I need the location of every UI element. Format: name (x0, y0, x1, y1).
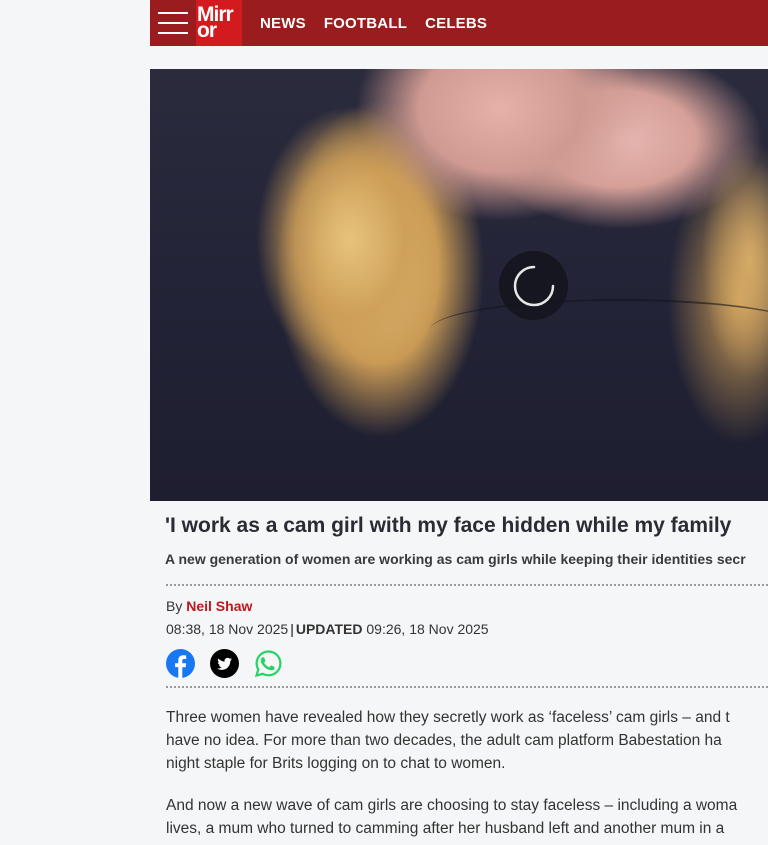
byline: By Neil Shaw (166, 598, 252, 614)
article-dates: 08:38, 18 Nov 2025 | UPDATED 09:26, 18 Nov… (166, 621, 489, 637)
site-header: Mirr or NEWS FOOTBALL CELEBS (150, 0, 768, 46)
byline-prefix: By (166, 598, 183, 614)
published-date: 08:38, 18 Nov 2025 (166, 621, 289, 637)
site-logo[interactable]: Mirr or (196, 0, 242, 46)
date-separator: | (290, 621, 294, 637)
paragraph-line: And now a new wave of cam girls are choo… (166, 797, 738, 814)
paragraph-line: have no idea. For more than two decades,… (166, 732, 722, 749)
logo-line2: or (197, 19, 217, 42)
paragraph: And now a new wave of cam girls are choo… (166, 794, 768, 840)
author-link[interactable]: Neil Shaw (186, 598, 252, 614)
menu-icon[interactable] (158, 12, 188, 34)
paragraph-line: lives, a mum who turned to camming after… (166, 820, 725, 837)
nav-news[interactable]: NEWS (260, 15, 306, 32)
paragraph: Three women have revealed how they secre… (166, 706, 768, 775)
nav-football[interactable]: FOOTBALL (324, 15, 407, 32)
main-nav: NEWS FOOTBALL CELEBS (260, 15, 505, 32)
share-bar (166, 649, 298, 678)
paragraph-line: Three women have revealed how they secre… (166, 709, 730, 726)
whatsapp-icon[interactable] (254, 649, 283, 678)
loading-spinner-icon[interactable] (499, 251, 568, 320)
article-standfirst: A new generation of women are working as… (165, 551, 746, 567)
paragraph-line: night staple for Brits logging on to cha… (166, 755, 506, 772)
updated-date: 09:26, 18 Nov 2025 (366, 621, 489, 637)
updated-label: UPDATED (295, 621, 363, 637)
divider (166, 584, 768, 586)
hero-video[interactable] (150, 69, 768, 501)
nav-celebs[interactable]: CELEBS (425, 15, 487, 32)
facebook-icon[interactable] (166, 649, 195, 678)
twitter-icon[interactable] (210, 649, 239, 678)
divider (166, 686, 768, 688)
article-headline: 'I work as a cam girl with my face hidde… (165, 514, 732, 537)
